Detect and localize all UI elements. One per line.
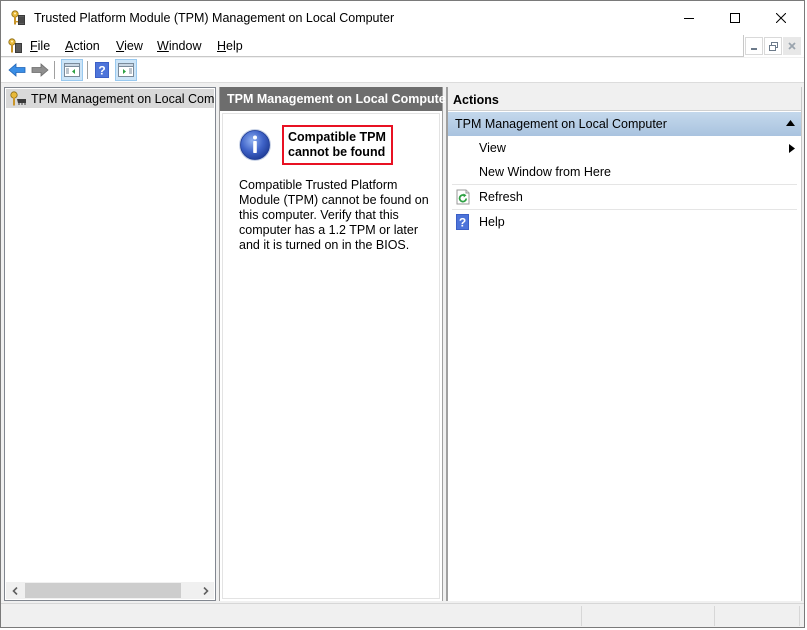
status-bar-divider <box>581 606 582 626</box>
submenu-arrow-icon <box>789 144 795 153</box>
menu-divider <box>1 56 743 57</box>
menu-file-label: ile <box>37 39 51 53</box>
console-tree-pane: TPM Management on Local Comp <box>4 87 216 601</box>
actions-group-label: TPM Management on Local Computer <box>455 117 667 131</box>
toolbar-separator <box>54 61 55 79</box>
menu-help-label: elp <box>226 39 243 53</box>
help-icon: ? <box>95 62 109 78</box>
close-button[interactable] <box>758 1 804 35</box>
action-refresh-label: Refresh <box>479 190 523 204</box>
result-pane: TPM Management on Local Computer Compati… <box>219 87 451 601</box>
toolbar-divider <box>1 82 804 83</box>
toolbar: ? <box>1 58 804 82</box>
mmc-window: Trusted Platform Module (TPM) Management… <box>0 0 805 628</box>
mdi-close-button[interactable] <box>783 37 801 55</box>
show-hide-action-pane-button[interactable] <box>115 59 137 81</box>
back-arrow-icon <box>8 63 26 77</box>
action-pane-icon <box>118 63 134 77</box>
window-title: Trusted Platform Module (TPM) Management… <box>34 11 395 25</box>
toolbar-separator <box>87 61 88 79</box>
chevron-right-icon <box>202 586 209 595</box>
minimize-icon <box>751 48 757 50</box>
menu-file[interactable]: File <box>30 39 50 53</box>
refresh-icon <box>456 189 470 205</box>
tree-item-tpm-management[interactable]: TPM Management on Local Comp <box>6 89 214 108</box>
maximize-button[interactable] <box>712 1 758 35</box>
title-bar: Trusted Platform Module (TPM) Management… <box>1 1 804 35</box>
status-bar-divider <box>799 606 800 626</box>
action-view-label: View <box>479 141 506 155</box>
menu-help-accel: H <box>217 39 227 53</box>
menu-action-label: ction <box>73 39 100 53</box>
info-icon <box>239 129 271 161</box>
menu-window[interactable]: Window <box>157 39 201 53</box>
action-new-window-label: New Window from Here <box>479 165 611 179</box>
result-pane-header: TPM Management on Local Computer <box>220 87 451 111</box>
close-icon <box>788 42 796 50</box>
menu-file-accel: F <box>30 39 38 53</box>
forward-arrow-icon <box>31 63 49 77</box>
close-icon <box>776 13 786 23</box>
result-pane-body: Compatible TPM cannot be found Compatibl… <box>222 113 440 599</box>
tpm-key-icon <box>10 90 26 105</box>
scroll-left-button[interactable] <box>6 582 23 599</box>
collapse-up-icon[interactable] <box>786 120 795 126</box>
maximize-icon <box>730 13 740 23</box>
console-tree-icon <box>64 63 80 77</box>
tpm-not-found-alert: Compatible TPM cannot be found <box>282 125 393 165</box>
svg-text:?: ? <box>459 216 466 230</box>
chevron-left-icon <box>11 586 18 595</box>
alert-title-line1: Compatible TPM <box>288 130 386 144</box>
menu-view[interactable]: View <box>116 39 143 53</box>
show-hide-console-tree-button[interactable] <box>61 59 83 81</box>
action-help[interactable]: ? Help <box>448 210 801 235</box>
menu-window-accel: W <box>157 39 169 53</box>
menu-bar: File Action View Window Help <box>1 35 804 57</box>
alert-title-line2: cannot be found <box>288 145 386 159</box>
tree-item-label: TPM Management on Local Comp <box>31 91 214 106</box>
help-icon: ? <box>456 214 469 230</box>
menu-help[interactable]: Help <box>217 39 243 53</box>
forward-button[interactable] <box>29 59 51 81</box>
status-bar <box>1 603 804 627</box>
mdi-minimize-button[interactable] <box>745 37 763 55</box>
tpm-key-icon <box>11 10 25 25</box>
restore-icon <box>768 41 778 51</box>
mdi-restore-button[interactable] <box>764 37 782 55</box>
action-help-label: Help <box>479 215 505 229</box>
actions-pane: Actions TPM Management on Local Computer… <box>446 87 802 601</box>
system-menu-icon[interactable] <box>7 38 23 54</box>
actions-group-tpm-management[interactable]: TPM Management on Local Computer <box>448 112 801 136</box>
menu-window-label: indow <box>168 39 202 53</box>
horizontal-scrollbar[interactable] <box>6 582 214 599</box>
action-refresh[interactable]: Refresh <box>448 185 801 210</box>
scroll-right-button[interactable] <box>197 582 214 599</box>
menu-action[interactable]: Action <box>65 39 100 53</box>
scrollbar-thumb[interactable] <box>25 583 181 598</box>
help-toolbar-button[interactable]: ? <box>91 59 113 81</box>
svg-text:?: ? <box>98 64 105 78</box>
menu-view-accel: V <box>116 39 125 53</box>
tpm-description: Compatible Trusted Platform Module (TPM)… <box>239 178 429 252</box>
action-new-window[interactable]: New Window from Here <box>448 160 801 185</box>
menu-divider-vertical <box>743 35 744 57</box>
action-view[interactable]: View <box>448 136 801 161</box>
back-button[interactable] <box>6 59 28 81</box>
minimize-icon <box>684 18 694 19</box>
menu-view-label: iew <box>124 39 143 53</box>
actions-header: Actions <box>448 87 801 111</box>
status-bar-divider <box>714 606 715 626</box>
minimize-button[interactable] <box>666 1 712 35</box>
